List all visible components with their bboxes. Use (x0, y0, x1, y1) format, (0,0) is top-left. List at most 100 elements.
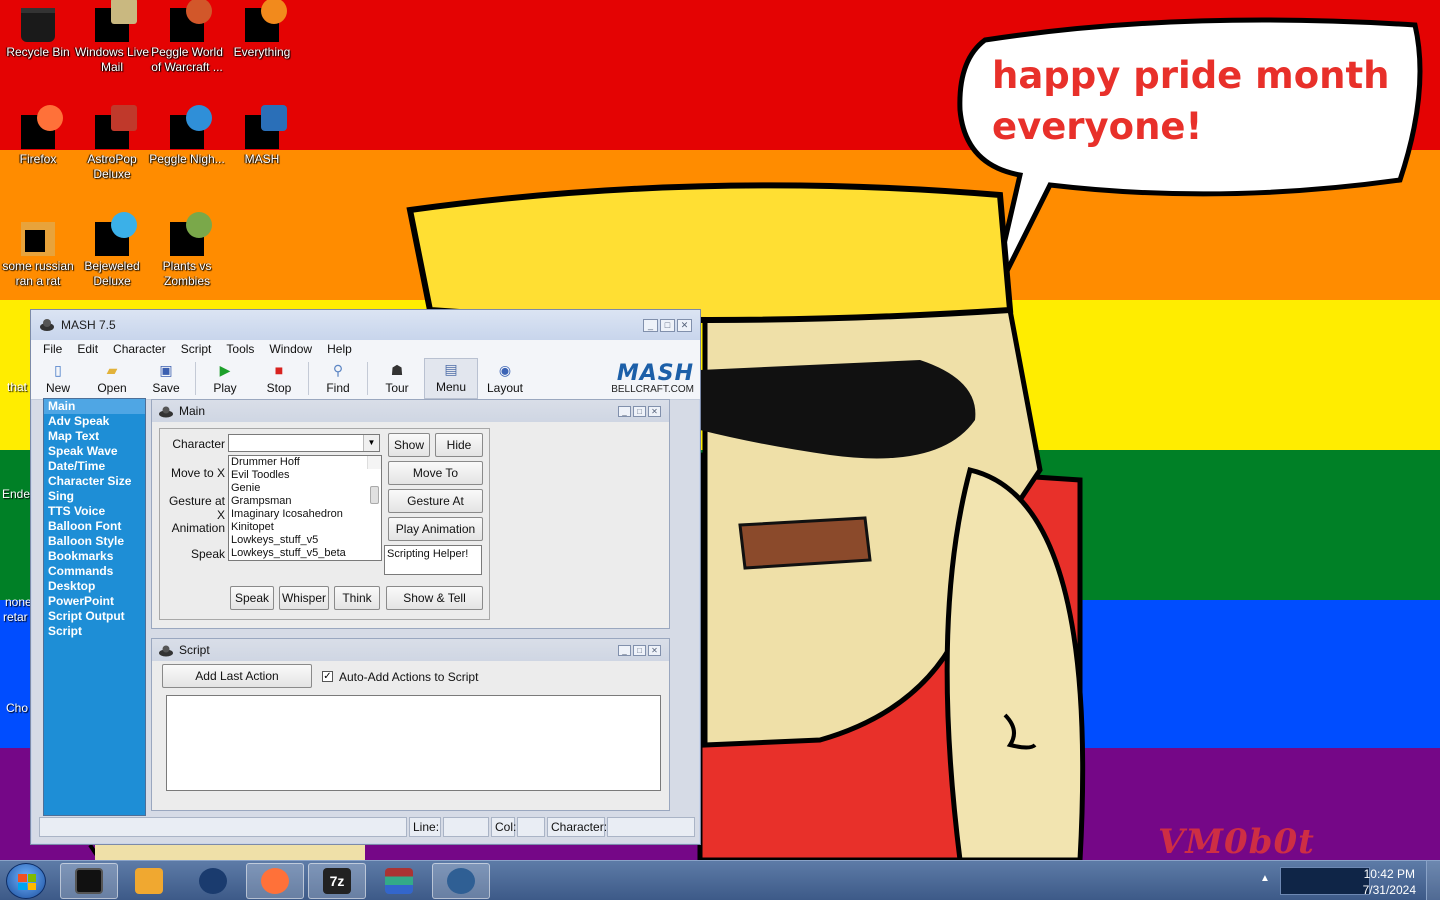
hide-button[interactable]: Hide (435, 433, 483, 457)
sidebar-item-map-text[interactable]: Map Text (44, 429, 145, 444)
toolbar-separator (367, 362, 368, 395)
taskbar-7zip[interactable]: 7z (308, 863, 366, 899)
taskbar-browser[interactable] (184, 863, 242, 899)
taskbar-mash[interactable] (432, 863, 490, 899)
show-and-tell-button[interactable]: Show & Tell (386, 586, 483, 610)
tray-icons[interactable] (1280, 867, 1370, 895)
taskbar-firefox[interactable] (246, 863, 304, 899)
sidebar-item-sing[interactable]: Sing (44, 489, 145, 504)
open-button[interactable]: ▰ Open (85, 358, 139, 399)
desktop-icon-everything[interactable]: Everything (224, 0, 300, 60)
new-button[interactable]: ▯ New (31, 358, 85, 399)
taskbar-explorer[interactable] (60, 863, 118, 899)
mash-window[interactable]: MASH 7.5 _ □ ✕ File Edit Character Scrip… (30, 309, 701, 845)
list-item[interactable]: Kinitopet (229, 521, 381, 534)
tour-button[interactable]: ☗ Tour (370, 358, 424, 399)
auto-add-checkbox[interactable]: ✓ (322, 671, 333, 682)
animation-listbox[interactable]: Drummer Hoff Evil Toodles Genie Grampsma… (228, 455, 382, 561)
maximize-icon[interactable]: □ (633, 405, 646, 417)
show-desktop-button[interactable] (1426, 861, 1440, 900)
list-item[interactable]: Drummer Hoff (229, 456, 381, 469)
desktop-icon-bejeweled[interactable]: Bejeweled Deluxe (74, 212, 150, 289)
add-last-action-button[interactable]: Add Last Action (162, 664, 312, 688)
play-animation-button[interactable]: Play Animation (388, 517, 483, 541)
chevron-down-icon[interactable]: ▼ (363, 435, 379, 451)
sidebar-item-balloon-style[interactable]: Balloon Style (44, 534, 145, 549)
menu-button[interactable]: ▤ Menu (424, 358, 478, 399)
list-item[interactable]: Lowkeys_stuff_v5_beta (229, 547, 381, 560)
list-item[interactable]: Genie (229, 482, 381, 495)
desktop-icon-label-partial[interactable]: retar (3, 610, 28, 625)
list-item[interactable]: Imaginary Icosahedron (229, 508, 381, 521)
play-button[interactable]: ▶ Play (198, 358, 252, 399)
taskbar-media-player[interactable] (120, 863, 178, 899)
list-item[interactable]: Grampsman (229, 495, 381, 508)
desktop-icon-windows-live-mail[interactable]: Windows Live Mail (74, 0, 150, 75)
list-item[interactable]: Lowkeys_stuff_v5 (229, 534, 381, 547)
think-button[interactable]: Think (334, 586, 380, 610)
show-button[interactable]: Show (388, 433, 430, 457)
desktop-icon-recycle-bin[interactable]: Recycle Bin (0, 8, 76, 60)
listbox-scrollbar[interactable] (367, 456, 381, 504)
maximize-icon[interactable]: □ (633, 644, 646, 656)
sidebar-item-balloon-font[interactable]: Balloon Font (44, 519, 145, 534)
mash-titlebar[interactable]: MASH 7.5 _ □ ✕ (31, 310, 700, 340)
desktop-icon-label-partial[interactable]: Ende (2, 487, 30, 502)
close-icon[interactable]: ✕ (648, 644, 661, 656)
speak-button[interactable]: Speak (230, 586, 274, 610)
sidebar-item-powerpoint[interactable]: PowerPoint (44, 594, 145, 609)
minimize-icon[interactable]: _ (643, 318, 658, 332)
stop-button[interactable]: ■ Stop (252, 358, 306, 399)
list-item[interactable]: Evil Toodles (229, 469, 381, 482)
desktop-icon-label-partial[interactable]: Cho (6, 701, 28, 716)
sidebar-item-tts-voice[interactable]: TTS Voice (44, 504, 145, 519)
scrollbar-thumb[interactable] (370, 486, 379, 504)
sidebar-item-date-time[interactable]: Date/Time (44, 459, 145, 474)
desktop-icon-peggle-wow[interactable]: Peggle World of Warcraft ... (149, 0, 225, 75)
menu-file[interactable]: File (43, 342, 62, 356)
desktop-icon-label-partial[interactable]: none (5, 595, 32, 610)
menu-script[interactable]: Script (181, 342, 212, 356)
sidebar-item-desktop[interactable]: Desktop (44, 579, 145, 594)
play-icon: ▶ (219, 362, 231, 378)
desktop-icon-firefox[interactable]: Firefox (0, 105, 76, 167)
desktop-icon-peggle-nights[interactable]: Peggle Nigh... (149, 105, 225, 167)
desktop-icon-astropop[interactable]: AstroPop Deluxe (74, 105, 150, 182)
desktop-icon-label-partial[interactable]: that (7, 380, 27, 395)
desktop-icon-label: Plants vs Zombies (162, 259, 212, 288)
minimize-icon[interactable]: _ (618, 405, 631, 417)
script-editor[interactable] (166, 695, 661, 791)
sidebar-item-script-output[interactable]: Script Output (44, 609, 145, 624)
menu-window[interactable]: Window (269, 342, 312, 356)
start-button[interactable] (6, 863, 46, 899)
desktop-icon-mash[interactable]: MASH (224, 105, 300, 167)
close-icon[interactable]: ✕ (648, 405, 661, 417)
menu-help[interactable]: Help (327, 342, 352, 356)
close-icon[interactable]: ✕ (677, 318, 692, 332)
maximize-icon[interactable]: □ (660, 318, 675, 332)
move-to-button[interactable]: Move To (388, 461, 483, 485)
whisper-button[interactable]: Whisper (279, 586, 329, 610)
speak-text-field[interactable]: Scripting Helper! (384, 545, 482, 575)
gesture-at-button[interactable]: Gesture At (388, 489, 483, 513)
character-dropdown[interactable]: ▼ (228, 434, 380, 452)
sidebar-item-script[interactable]: Script (44, 624, 145, 639)
find-button[interactable]: ⚲ Find (311, 358, 365, 399)
menu-character[interactable]: Character (113, 342, 166, 356)
sidebar-item-character-size[interactable]: Character Size (44, 474, 145, 489)
clock[interactable]: 10:42 PM 7/31/2024 (1363, 866, 1416, 898)
menu-edit[interactable]: Edit (77, 342, 98, 356)
sidebar-item-adv-speak[interactable]: Adv Speak (44, 414, 145, 429)
show-hidden-icons-icon[interactable]: ▲ (1260, 873, 1270, 884)
layout-button[interactable]: ◉ Layout (478, 358, 532, 399)
sidebar-item-speak-wave[interactable]: Speak Wave (44, 444, 145, 459)
sidebar-item-bookmarks[interactable]: Bookmarks (44, 549, 145, 564)
sidebar-item-commands[interactable]: Commands (44, 564, 145, 579)
sidebar-item-main[interactable]: Main (44, 399, 145, 414)
menu-tools[interactable]: Tools (226, 342, 254, 356)
taskbar-winrar[interactable] (370, 863, 428, 899)
desktop-icon-plants-vs-zombies[interactable]: Plants vs Zombies (149, 212, 225, 289)
save-button[interactable]: ▣ Save (139, 358, 193, 399)
minimize-icon[interactable]: _ (618, 644, 631, 656)
desktop-icon-some-russian[interactable]: some russian ran a rat (0, 222, 76, 289)
